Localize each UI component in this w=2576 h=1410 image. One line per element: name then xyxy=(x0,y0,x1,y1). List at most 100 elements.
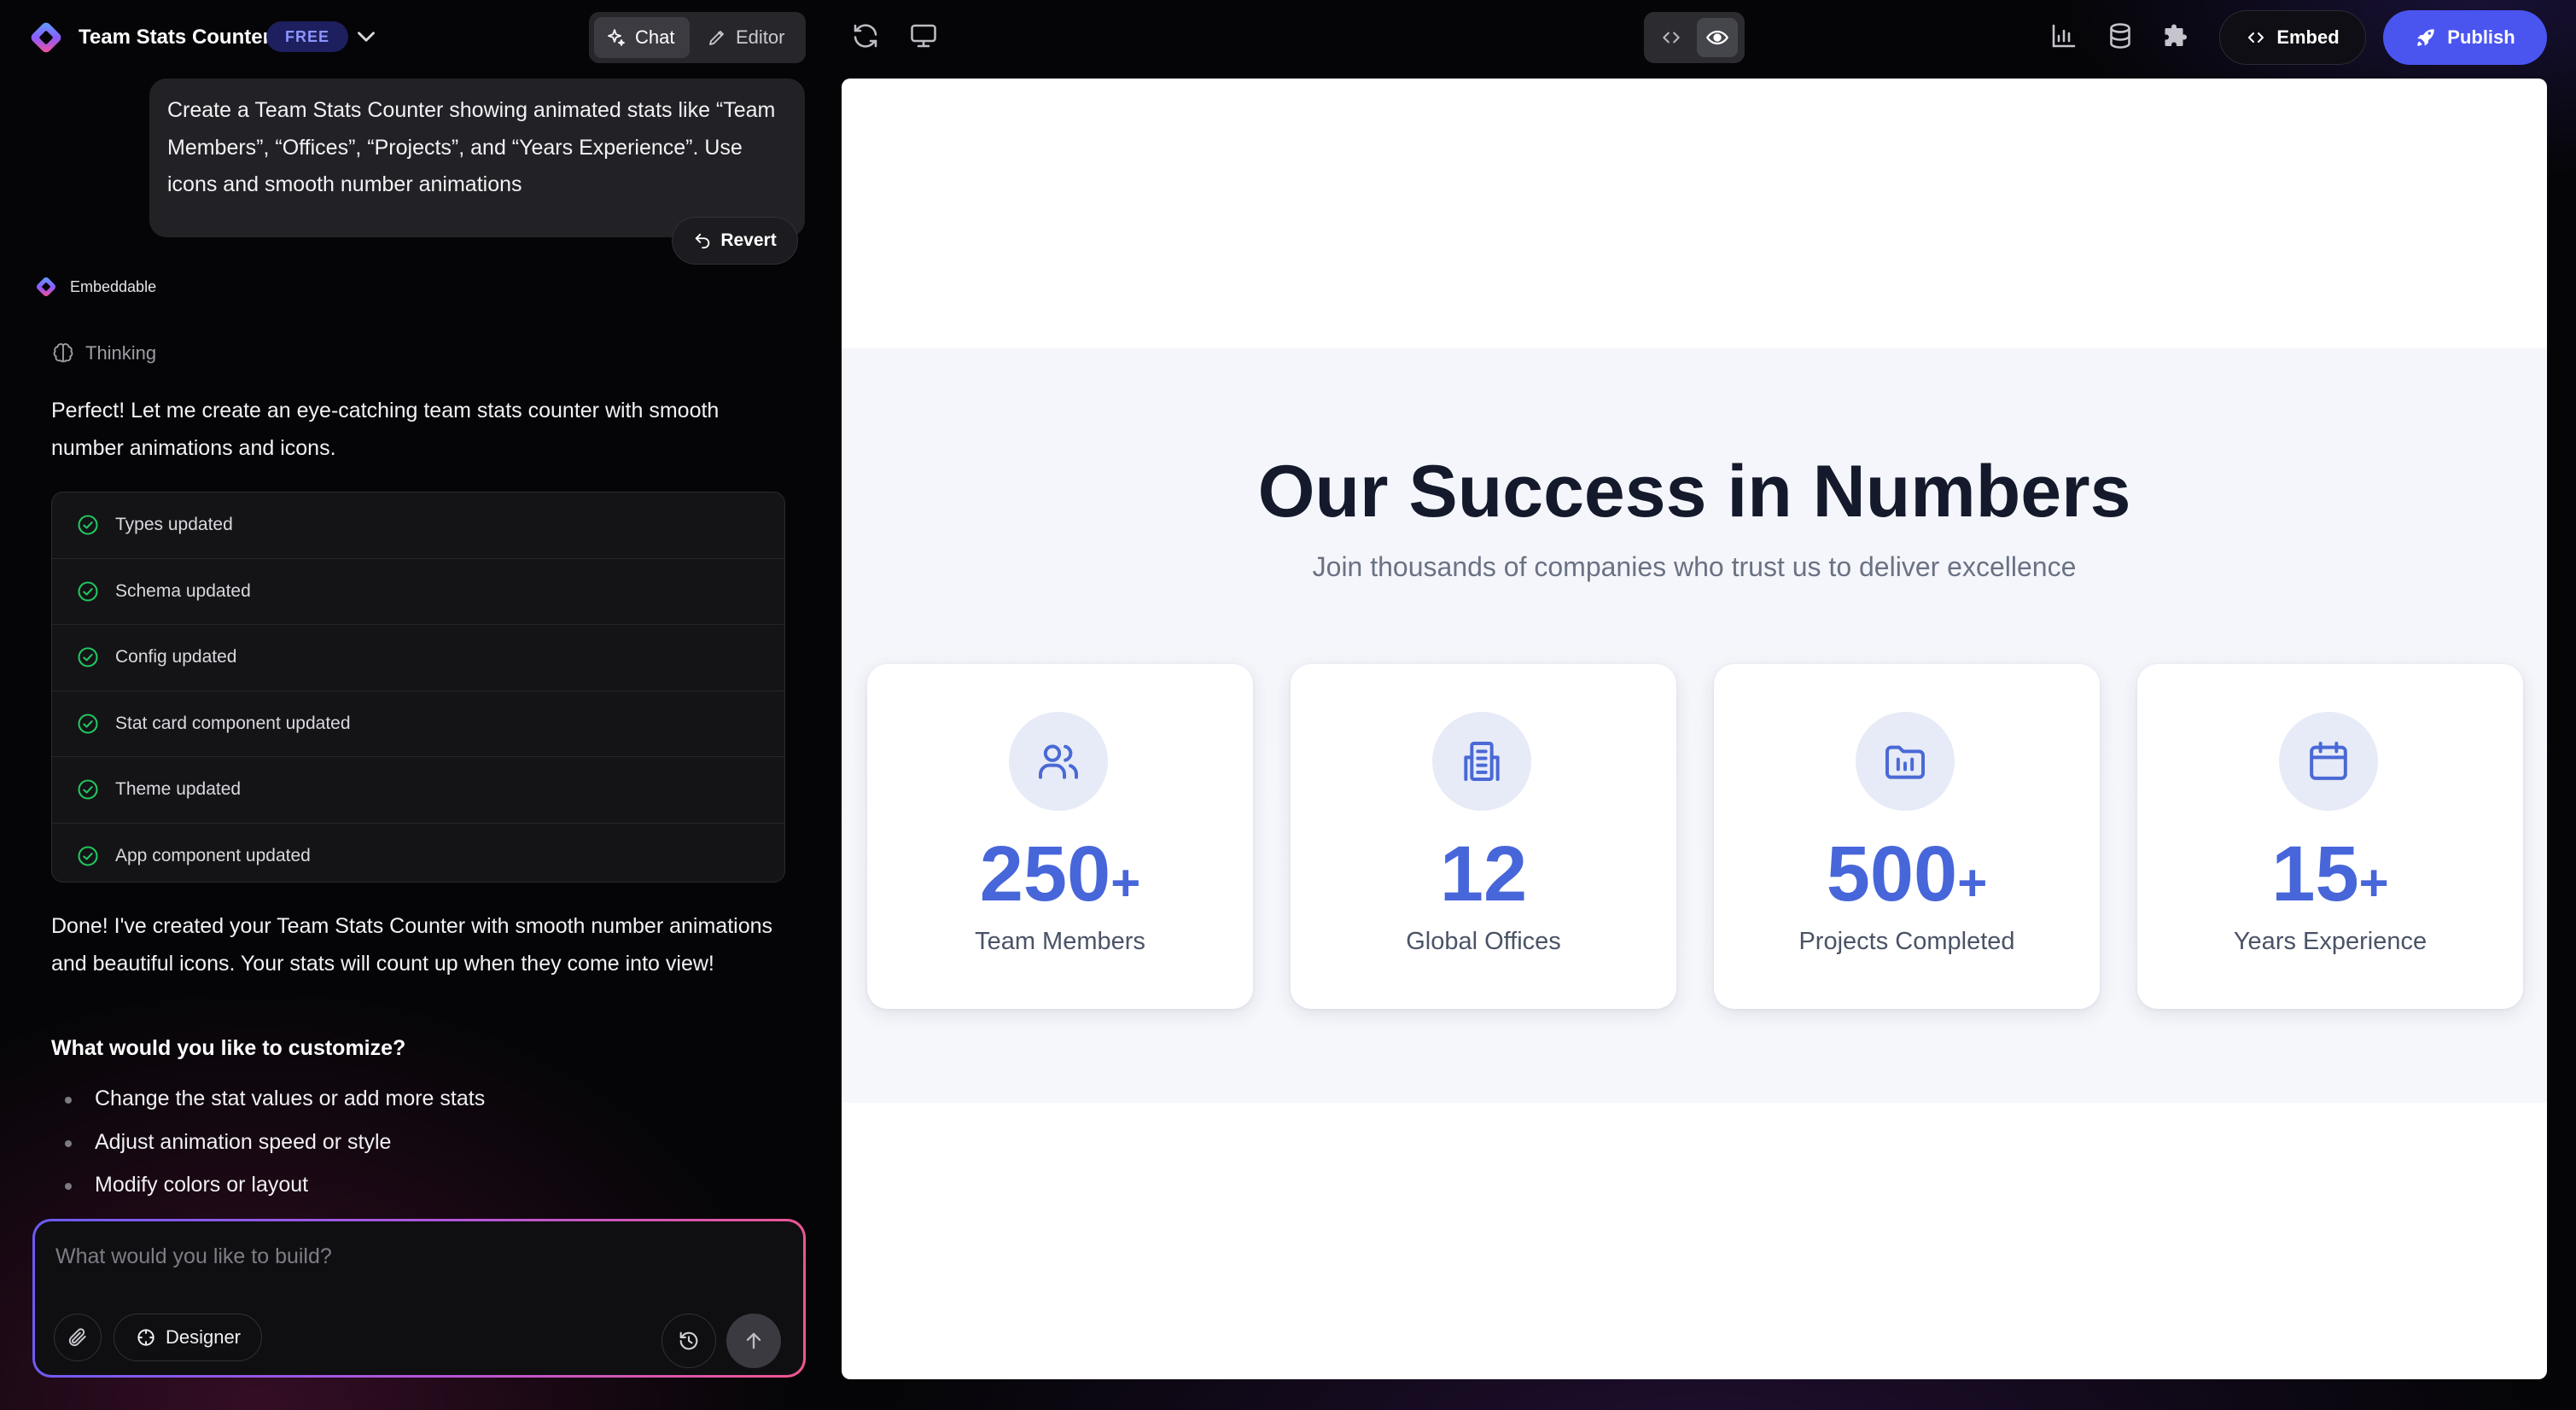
stat-label: Projects Completed xyxy=(1798,928,2015,955)
update-label: Schema updated xyxy=(115,580,251,601)
update-label: App component updated xyxy=(115,845,311,865)
sparkle-icon xyxy=(606,27,627,48)
building-icon xyxy=(1432,712,1531,811)
code-icon xyxy=(1660,26,1682,49)
embed-button[interactable]: Embed xyxy=(2219,10,2366,65)
stat-card-global-offices: 12 Global Offices xyxy=(1291,664,1676,1009)
list-item: Change the stat values or add more stats xyxy=(51,1077,485,1121)
stat-card-team-members: 250+ Team Members xyxy=(867,664,1253,1009)
update-label: Theme updated xyxy=(115,779,242,800)
history-button[interactable] xyxy=(661,1314,716,1368)
list-item: Types updated xyxy=(52,492,784,559)
brain-icon xyxy=(51,341,75,365)
code-view-button[interactable] xyxy=(1651,18,1692,57)
paperclip-icon xyxy=(67,1326,89,1349)
refresh-icon[interactable] xyxy=(850,20,884,55)
attach-button[interactable] xyxy=(54,1314,102,1361)
bot-name: Embeddable xyxy=(70,278,157,295)
check-circle-icon xyxy=(76,580,100,603)
publish-label: Publish xyxy=(2447,26,2515,48)
designer-button[interactable]: Designer xyxy=(114,1314,262,1361)
check-circle-icon xyxy=(76,645,100,669)
composer: Designer xyxy=(32,1219,806,1378)
bot-avatar-icon xyxy=(34,275,58,299)
publish-button[interactable]: Publish xyxy=(2383,10,2547,65)
code-icon xyxy=(2246,27,2266,48)
undo-icon xyxy=(693,231,712,250)
stat-number: 12 xyxy=(1439,830,1528,918)
app-logo-icon[interactable] xyxy=(27,19,65,56)
stat-number: 250 xyxy=(979,830,1111,918)
eye-icon xyxy=(1705,26,1729,50)
stat-suffix: + xyxy=(1957,854,1988,912)
stat-label: Years Experience xyxy=(2233,928,2427,955)
chevron-down-icon[interactable] xyxy=(352,22,381,51)
send-button[interactable] xyxy=(726,1314,781,1368)
stat-suffix: + xyxy=(2358,854,2389,912)
monitor-icon[interactable] xyxy=(908,20,942,55)
check-circle-icon xyxy=(76,513,100,537)
thinking-toggle[interactable]: Thinking xyxy=(51,341,156,365)
arrow-up-icon xyxy=(742,1329,766,1353)
prompt-input[interactable] xyxy=(54,1238,774,1274)
suggestion-list: Change the stat values or add more stats… xyxy=(51,1077,485,1207)
list-item: Theme updated xyxy=(52,757,784,824)
stat-suffix: + xyxy=(1110,854,1141,912)
database-icon[interactable] xyxy=(2105,20,2139,55)
list-item: Adjust animation speed or style xyxy=(51,1121,485,1164)
check-circle-icon xyxy=(76,778,100,801)
check-circle-icon xyxy=(76,712,100,736)
stat-value: 500+ xyxy=(1714,831,2100,940)
composer-box: Designer xyxy=(35,1221,803,1375)
preview-canvas: Our Success in Numbers Join thousands of… xyxy=(842,79,2547,1379)
preview-view-button[interactable] xyxy=(1697,18,1738,57)
list-item: App component updated xyxy=(52,824,784,883)
view-toggle xyxy=(1644,12,1745,63)
update-label: Stat card component updated xyxy=(115,713,351,733)
crosshair-icon xyxy=(135,1326,157,1349)
revert-label: Revert xyxy=(720,230,777,250)
stat-number: 15 xyxy=(2271,830,2359,918)
plan-badge: FREE xyxy=(266,21,349,52)
bar-chart-icon[interactable] xyxy=(2049,20,2083,55)
user-message-bubble: Create a Team Stats Counter showing anim… xyxy=(149,79,805,237)
calendar-icon xyxy=(2279,712,2378,811)
user-message-text: Create a Team Stats Counter showing anim… xyxy=(167,98,776,196)
history-icon xyxy=(677,1329,701,1353)
tab-editor[interactable]: Editor xyxy=(695,17,801,58)
users-icon xyxy=(1009,712,1108,811)
stat-number: 500 xyxy=(1826,830,1958,918)
thinking-label: Thinking xyxy=(85,342,157,364)
stat-value: 12 xyxy=(1291,831,1676,940)
assistant-summary: Done! I've created your Team Stats Count… xyxy=(51,914,773,976)
folder-chart-icon xyxy=(1856,712,1955,811)
stat-value: 15+ xyxy=(2137,831,2523,940)
check-circle-icon xyxy=(76,844,100,868)
stats-subheadline: Join thousands of companies who trust us… xyxy=(1312,551,2077,582)
list-item: Config updated xyxy=(52,625,784,691)
update-label: Types updated xyxy=(115,515,233,535)
customize-question: What would you like to customize? xyxy=(51,1036,406,1060)
puzzle-icon[interactable] xyxy=(2161,20,2195,55)
tab-chat[interactable]: Chat xyxy=(594,17,690,58)
stat-label: Global Offices xyxy=(1406,928,1561,955)
updates-list: Types updated Schema updated Config upda… xyxy=(51,492,785,883)
pencil-icon xyxy=(707,27,727,48)
stats-headline: Our Success in Numbers xyxy=(1257,451,2131,533)
list-item: Modify colors or layout xyxy=(51,1163,485,1207)
list-item: Schema updated xyxy=(52,559,784,625)
stat-card-projects-completed: 500+ Projects Completed xyxy=(1714,664,2100,1009)
app-title[interactable]: Team Stats Counter xyxy=(79,24,271,51)
mode-switch: Chat Editor xyxy=(589,12,806,63)
stat-value: 250+ xyxy=(867,831,1253,940)
list-item: Stat card component updated xyxy=(52,691,784,757)
rocket-icon xyxy=(2415,26,2437,49)
top-bar: Team Stats Counter FREE Chat Editor Embe… xyxy=(0,0,2576,75)
stat-label: Team Members xyxy=(975,928,1145,955)
embed-label: Embed xyxy=(2276,26,2340,48)
update-label: Config updated xyxy=(115,647,237,667)
revert-button[interactable]: Revert xyxy=(672,217,798,265)
tab-chat-label: Chat xyxy=(635,26,675,48)
assistant-intro: Perfect! Let me create an eye-catching t… xyxy=(51,399,720,460)
stats-section: Our Success in Numbers Join thousands of… xyxy=(842,348,2547,1103)
